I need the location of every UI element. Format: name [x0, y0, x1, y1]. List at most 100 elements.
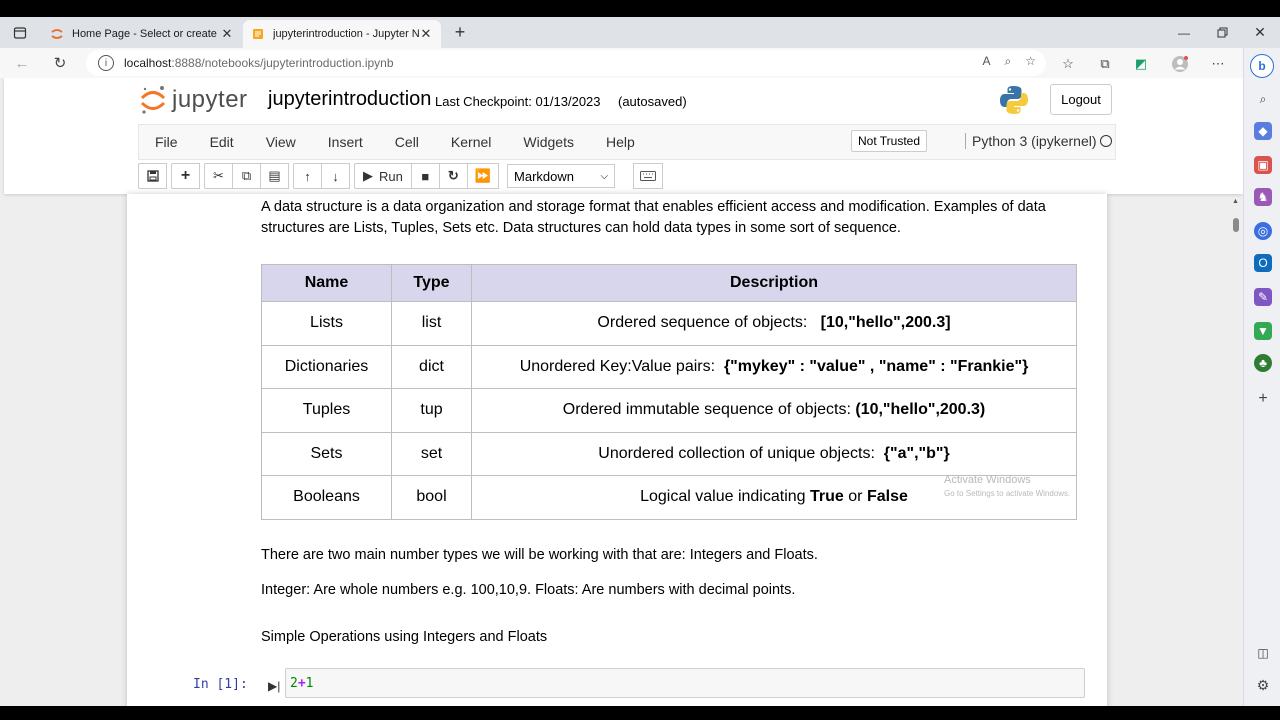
cell-name: Sets — [261, 431, 392, 476]
menu-kernel[interactable]: Kernel — [435, 134, 507, 150]
keyboard-shortcuts-icon[interactable] — [633, 163, 664, 189]
tab-title: Home Page - Select or create a n — [72, 28, 220, 40]
menu-help[interactable]: Help — [590, 134, 651, 150]
menu-cell[interactable]: Cell — [379, 134, 435, 150]
cell-type-value: Markdown — [514, 168, 575, 184]
logout-button[interactable]: Logout — [1050, 84, 1112, 115]
menu-file[interactable]: File — [139, 134, 194, 150]
site-info-icon[interactable]: i — [98, 55, 114, 71]
save-group — [138, 163, 167, 189]
url-bar[interactable]: i localhost:8888/notebooks/jupyterintrod… — [86, 50, 1046, 76]
designer-icon[interactable]: ✎ — [1254, 288, 1272, 306]
paragraph-integers-floats[interactable]: Integer: Are whole numbers e.g. 100,10,9… — [261, 580, 795, 601]
kernel-idle-indicator-icon — [1100, 135, 1112, 147]
shopping-icon[interactable]: ◆ — [1254, 122, 1272, 140]
refresh-icon[interactable]: ↻ — [50, 53, 70, 73]
menu-edit[interactable]: Edit — [194, 134, 250, 150]
close-tab-icon[interactable]: ✕ — [419, 26, 433, 42]
back-icon[interactable]: ← — [12, 53, 32, 73]
markdown-cell-intro[interactable]: A data structure is a data organization … — [261, 197, 1046, 239]
profile-avatar[interactable] — [1170, 54, 1190, 74]
cut-icon[interactable]: ✂ — [204, 163, 233, 189]
description-text: Unordered Key:Value pairs: — [519, 357, 716, 375]
close-window-icon[interactable]: ✕ — [1242, 17, 1278, 48]
table-row: Dictionaries dict Unordered Key:Value pa… — [261, 344, 1077, 389]
move-up-icon[interactable]: ↑ — [293, 163, 322, 189]
or-text: or — [848, 488, 863, 506]
last-checkpoint: Last Checkpoint: 01/13/2023 — [435, 94, 601, 109]
watermark-title: Activate Windows — [944, 474, 1031, 486]
run-all-icon[interactable]: ⏩ — [466, 163, 500, 189]
cell-description: Ordered sequence of objects: [10,"hello"… — [471, 301, 1077, 346]
favorites-icon[interactable]: ☆ — [1058, 54, 1078, 74]
intro-line-2: structures are Lists, Tuples, Sets etc. … — [261, 220, 901, 236]
sidebar-settings-icon[interactable]: ⚙ — [1254, 676, 1272, 694]
edge-extension-icon[interactable]: ◩ — [1131, 54, 1151, 74]
search-icon[interactable]: ⌕ — [1254, 90, 1272, 108]
example-false: False — [866, 488, 908, 506]
table-row: Tuples tup Ordered immutable sequence of… — [261, 388, 1077, 433]
description-text: Unordered collection of unique objects: — [598, 444, 875, 462]
run-group: ▶ Run ■ ↻ ⏩ — [354, 163, 500, 189]
read-aloud-icon[interactable]: A — [982, 54, 990, 69]
heading-simple-operations[interactable]: Simple Operations using Integers and Flo… — [261, 627, 547, 648]
office-icon[interactable]: ◎ — [1254, 222, 1272, 240]
tab-actions-icon[interactable] — [2, 17, 38, 48]
run-cell-icon[interactable]: ▶| — [268, 679, 280, 693]
move-group: ↑ ↓ — [293, 163, 350, 189]
paragraph-number-types[interactable]: There are two main number types we will … — [261, 545, 818, 566]
move-down-icon[interactable]: ↓ — [321, 163, 350, 189]
tab-strip: Home Page - Select or create a n ✕ jupyt… — [0, 17, 1280, 48]
drop-icon[interactable]: ▼ — [1254, 322, 1272, 340]
save-icon[interactable] — [138, 163, 167, 189]
new-tab-button[interactable]: + — [442, 17, 478, 48]
restart-icon[interactable]: ↻ — [438, 163, 468, 189]
zoom-icon[interactable]: ⌕ — [1005, 54, 1012, 69]
cell-type: set — [391, 431, 472, 476]
add-sidebar-app-icon[interactable]: + — [1254, 390, 1272, 408]
kernel-name[interactable]: Python 3 (ipykernel) — [965, 133, 1097, 149]
close-tab-icon[interactable]: ✕ — [220, 26, 234, 42]
add-favorite-icon[interactable]: ☆ — [1025, 54, 1036, 69]
page-scrollbar[interactable]: ▲ — [1230, 194, 1242, 706]
menu-insert[interactable]: Insert — [312, 134, 379, 150]
menu-bar: File Edit View Insert Cell Kernel Widget… — [138, 124, 1116, 160]
cell-type-select[interactable]: Markdown ⌵ — [507, 164, 616, 188]
scroll-thumb[interactable] — [1233, 218, 1239, 232]
table-row: Sets set Unordered collection of unique … — [261, 431, 1077, 476]
code-cell-input[interactable]: 2+1 — [285, 668, 1085, 698]
code-operator: + — [297, 676, 306, 691]
tools-icon[interactable]: ▣ — [1254, 156, 1272, 174]
jupyter-logo[interactable]: jupyter — [140, 84, 248, 116]
bing-chat-icon[interactable]: b — [1250, 54, 1274, 78]
address-bar-row: ← ↻ i localhost:8888/notebooks/jupyterin… — [0, 48, 1243, 78]
scroll-up-icon[interactable]: ▲ — [1232, 198, 1239, 205]
collections-icon[interactable]: ⧉ — [1095, 54, 1115, 74]
menu-view[interactable]: View — [250, 134, 312, 150]
minimize-icon[interactable]: — — [1166, 17, 1202, 48]
tab-jupyterintroduction[interactable]: jupyterintroduction - Jupyter No ✕ — [243, 20, 441, 48]
not-trusted-badge[interactable]: Not Trusted — [851, 130, 928, 152]
cell-description: Unordered Key:Value pairs: {"mykey" : "v… — [471, 344, 1077, 389]
tree-icon[interactable]: ♣ — [1254, 354, 1272, 372]
menu-widgets[interactable]: Widgets — [507, 134, 590, 150]
notebook-name[interactable]: jupyterintroduction — [268, 88, 431, 111]
play-icon: ▶ — [363, 168, 373, 183]
hide-sidebar-icon[interactable]: ◫ — [1254, 644, 1272, 662]
jupyter-logo-icon — [140, 84, 166, 116]
run-button[interactable]: ▶ Run — [354, 163, 412, 189]
games-icon[interactable]: ♞ — [1254, 188, 1272, 206]
url-actions: A ⌕ ☆ — [982, 54, 1036, 69]
stop-icon[interactable]: ■ — [410, 163, 440, 189]
paste-icon[interactable]: ▤ — [260, 163, 289, 189]
outlook-icon[interactable]: O — [1254, 254, 1272, 272]
insert-cell-icon[interactable]: + — [171, 163, 200, 189]
url-path: :8888/notebooks/jupyterintroduction.ipyn… — [171, 56, 394, 70]
screen-top-border — [0, 0, 1280, 17]
description-text: Logical value indicating — [640, 488, 806, 506]
copy-icon[interactable]: ⧉ — [232, 163, 261, 189]
tab-home-page[interactable]: Home Page - Select or create a n ✕ — [42, 20, 242, 48]
run-label: Run — [379, 168, 403, 184]
restore-icon[interactable] — [1204, 17, 1240, 48]
more-menu-icon[interactable]: ⋯ — [1208, 54, 1228, 74]
